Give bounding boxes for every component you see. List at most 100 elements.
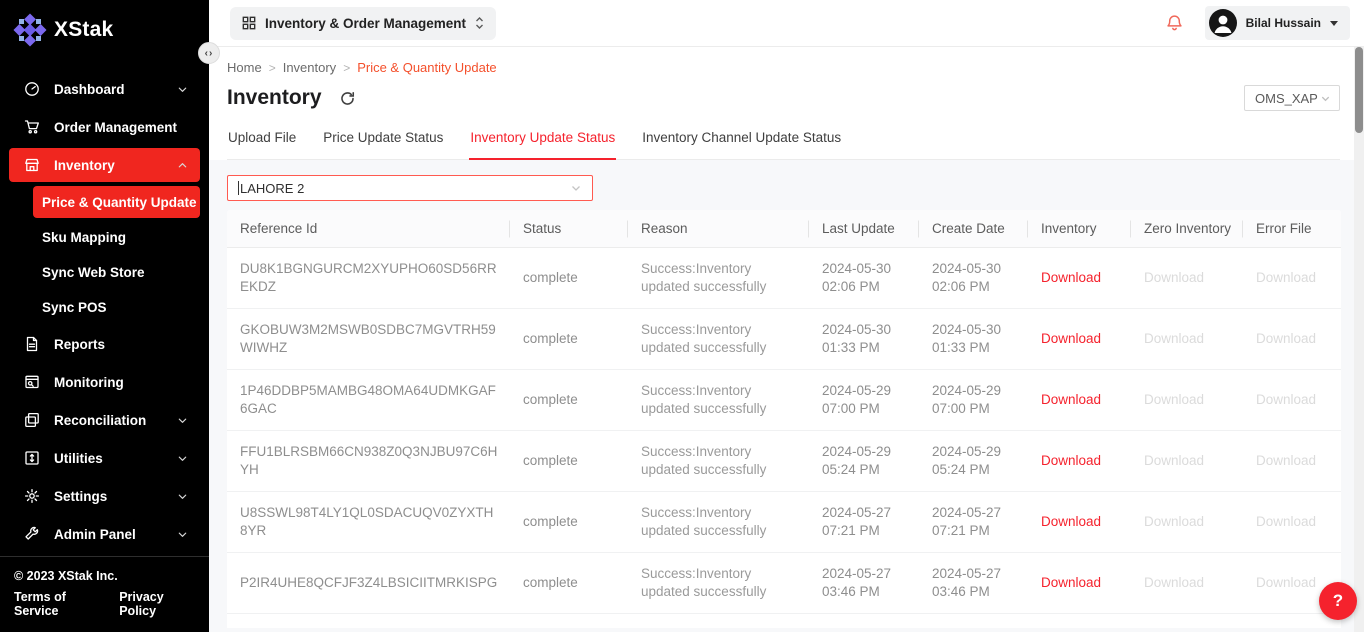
tab-inventory-channel-update-status[interactable]: Inventory Channel Update Status bbox=[641, 126, 842, 160]
cell-inventory: Download bbox=[1028, 248, 1131, 309]
inventory-download-link[interactable]: Download bbox=[1041, 331, 1101, 346]
wrench-icon bbox=[24, 526, 40, 542]
table-row: P2IR4UHE8QCFJF3Z4LBSICIITMRKISPGcomplete… bbox=[227, 553, 1341, 614]
table-row: GKOBUW3M2MSWB0SDBC7MGVTRH59WIWHZcomplete… bbox=[227, 309, 1341, 370]
table-row: DU8K1BGNGURCM2XYUPHO60SD56RREKDZcomplete… bbox=[227, 248, 1341, 309]
cell-last-update: 2024-05-27 07:21 PM bbox=[809, 492, 919, 553]
status-table-card: Reference IdStatusReasonLast UpdateCreat… bbox=[227, 210, 1341, 628]
cell-inventory: Download bbox=[1028, 553, 1131, 614]
cell-zero-inventory: Download bbox=[1131, 431, 1243, 492]
footer-link-terms-of-service[interactable]: Terms of Service bbox=[14, 590, 103, 618]
cell-create-date: 2024-05-29 07:00 PM bbox=[919, 370, 1028, 431]
grid-icon bbox=[242, 16, 256, 30]
column-header-reference-id: Reference Id bbox=[227, 210, 510, 248]
chevron-down-icon bbox=[177, 84, 188, 95]
cell-create-date: 2024-05-29 05:24 PM bbox=[919, 431, 1028, 492]
inventory-download-link[interactable]: Download bbox=[1041, 575, 1101, 590]
help-button[interactable]: ? bbox=[1319, 582, 1357, 620]
breadcrumb-link-inventory[interactable]: Inventory bbox=[283, 60, 336, 75]
topbar: Inventory & Order Management bbox=[209, 0, 1364, 47]
cell-reason: Success:Inventory updated successfully bbox=[628, 553, 809, 614]
table-row: 1P46DDBP5MAMBG48OMA64UDMKGAF6GACcomplete… bbox=[227, 370, 1341, 431]
notification-bell-icon[interactable] bbox=[1166, 14, 1183, 32]
cell-status: complete bbox=[510, 553, 628, 614]
cell-create-date: 2024-05-30 01:33 PM bbox=[919, 309, 1028, 370]
cell-last-update: 2024-05-30 01:33 PM bbox=[809, 309, 919, 370]
cell-reference-id: GKOBUW3M2MSWB0SDBC7MGVTRH59WIWHZ bbox=[227, 309, 510, 370]
sidebar-footer: © 2023 XStak Inc. Terms of ServicePrivac… bbox=[0, 556, 209, 632]
column-header-last-update: Last Update bbox=[809, 210, 919, 248]
cell-inventory: Download bbox=[1028, 309, 1131, 370]
cell-zero-inventory: Download bbox=[1131, 553, 1243, 614]
workspace-select-value: OMS_XAP bbox=[1255, 91, 1318, 106]
user-menu[interactable]: Bilal Hussain bbox=[1205, 6, 1350, 40]
scrollbar-thumb[interactable] bbox=[1355, 47, 1363, 133]
cell-last-update: 2024-05-30 02:06 PM bbox=[809, 248, 919, 309]
zero-inventory-download-link: Download bbox=[1144, 575, 1204, 590]
sidebar-item-order-management[interactable]: Order Management bbox=[9, 110, 200, 144]
sidebar-item-price-quantity-update[interactable]: Price & Quantity Update bbox=[33, 186, 200, 218]
tab-upload-file[interactable]: Upload File bbox=[227, 126, 297, 160]
help-question-icon: ? bbox=[1333, 591, 1343, 611]
sidebar-item-utilities[interactable]: Utilities bbox=[9, 441, 200, 475]
cell-reference-id: FFU1BLRSBM66CN938Z0Q3NJBU97C6HYH bbox=[227, 431, 510, 492]
cell-create-date: 2024-05-27 03:46 PM bbox=[919, 553, 1028, 614]
utilities-icon bbox=[24, 450, 40, 466]
footer-links: Terms of Service Privacy Policy bbox=[14, 590, 195, 618]
avatar bbox=[1209, 9, 1237, 37]
cell-create-date: 2024-05-30 02:06 PM bbox=[919, 248, 1028, 309]
tab-price-update-status[interactable]: Price Update Status bbox=[322, 126, 444, 160]
reconciliation-icon bbox=[24, 412, 40, 428]
footer-link-privacy-policy[interactable]: Privacy Policy bbox=[119, 590, 195, 618]
gear-icon bbox=[24, 488, 40, 504]
zero-inventory-download-link: Download bbox=[1144, 514, 1204, 529]
error-file-download-link: Download bbox=[1256, 453, 1316, 468]
chevron-down-icon bbox=[570, 182, 582, 194]
zero-inventory-download-link: Download bbox=[1144, 392, 1204, 407]
error-file-download-link: Download bbox=[1256, 392, 1316, 407]
cell-status: complete bbox=[510, 248, 628, 309]
breadcrumb: Home>Inventory>Price & Quantity Update bbox=[227, 60, 1340, 75]
sidebar-item-settings[interactable]: Settings bbox=[9, 479, 200, 513]
breadcrumb-link-home[interactable]: Home bbox=[227, 60, 262, 75]
brand-logo[interactable]: XStak bbox=[0, 0, 209, 56]
cell-status: complete bbox=[510, 431, 628, 492]
workspace-select[interactable]: OMS_XAP bbox=[1244, 85, 1340, 111]
sidebar-collapse-toggle[interactable]: ‹› bbox=[198, 42, 220, 64]
text-cursor bbox=[238, 181, 239, 195]
inventory-download-link[interactable]: Download bbox=[1041, 270, 1101, 285]
inventory-download-link[interactable]: Download bbox=[1041, 453, 1101, 468]
app-switcher[interactable]: Inventory & Order Management bbox=[230, 7, 496, 40]
chevron-down-icon bbox=[1320, 93, 1331, 104]
tab-inventory-update-status[interactable]: Inventory Update Status bbox=[469, 126, 616, 160]
chevron-down-icon bbox=[177, 529, 188, 540]
sidebar-item-reports[interactable]: Reports bbox=[9, 327, 200, 361]
sidebar-item-reconciliation[interactable]: Reconciliation bbox=[9, 403, 200, 437]
cell-reason: Success:Inventory updated successfully bbox=[628, 248, 809, 309]
refresh-icon[interactable] bbox=[339, 90, 356, 107]
cell-error-file: Download bbox=[1243, 370, 1341, 431]
sidebar-item-sync-pos[interactable]: Sync POS bbox=[33, 291, 200, 323]
error-file-download-link: Download bbox=[1256, 270, 1316, 285]
inventory-download-link[interactable]: Download bbox=[1041, 514, 1101, 529]
table-row: FFU1BLRSBM66CN938Z0Q3NJBU97C6HYHcomplete… bbox=[227, 431, 1341, 492]
cell-error-file: Download bbox=[1243, 492, 1341, 553]
sidebar-item-inventory[interactable]: Inventory bbox=[9, 148, 200, 182]
sidebar-item-admin-panel[interactable]: Admin Panel bbox=[9, 517, 200, 551]
column-header-status: Status bbox=[510, 210, 628, 248]
sidebar-item-dashboard[interactable]: Dashboard bbox=[9, 72, 200, 106]
cell-inventory: Download bbox=[1028, 492, 1131, 553]
cell-zero-inventory: Download bbox=[1131, 492, 1243, 553]
sidebar-item-sku-mapping[interactable]: Sku Mapping bbox=[33, 221, 200, 253]
location-select[interactable]: LAHORE 2 bbox=[227, 175, 593, 201]
content-header: Home>Inventory>Price & Quantity Update I… bbox=[209, 47, 1364, 160]
cell-reference-id: 1P46DDBP5MAMBG48OMA64UDMKGAF6GAC bbox=[227, 370, 510, 431]
chevron-down-icon bbox=[177, 453, 188, 464]
vertical-scrollbar bbox=[1354, 47, 1364, 632]
sidebar-item-monitoring[interactable]: Monitoring bbox=[9, 365, 200, 399]
cell-last-update: 2024-05-29 07:00 PM bbox=[809, 370, 919, 431]
inventory-download-link[interactable]: Download bbox=[1041, 392, 1101, 407]
brand-logo-text: XStak bbox=[54, 18, 113, 42]
breadcrumb-separator: > bbox=[269, 61, 276, 75]
sidebar-item-sync-web-store[interactable]: Sync Web Store bbox=[33, 256, 200, 288]
